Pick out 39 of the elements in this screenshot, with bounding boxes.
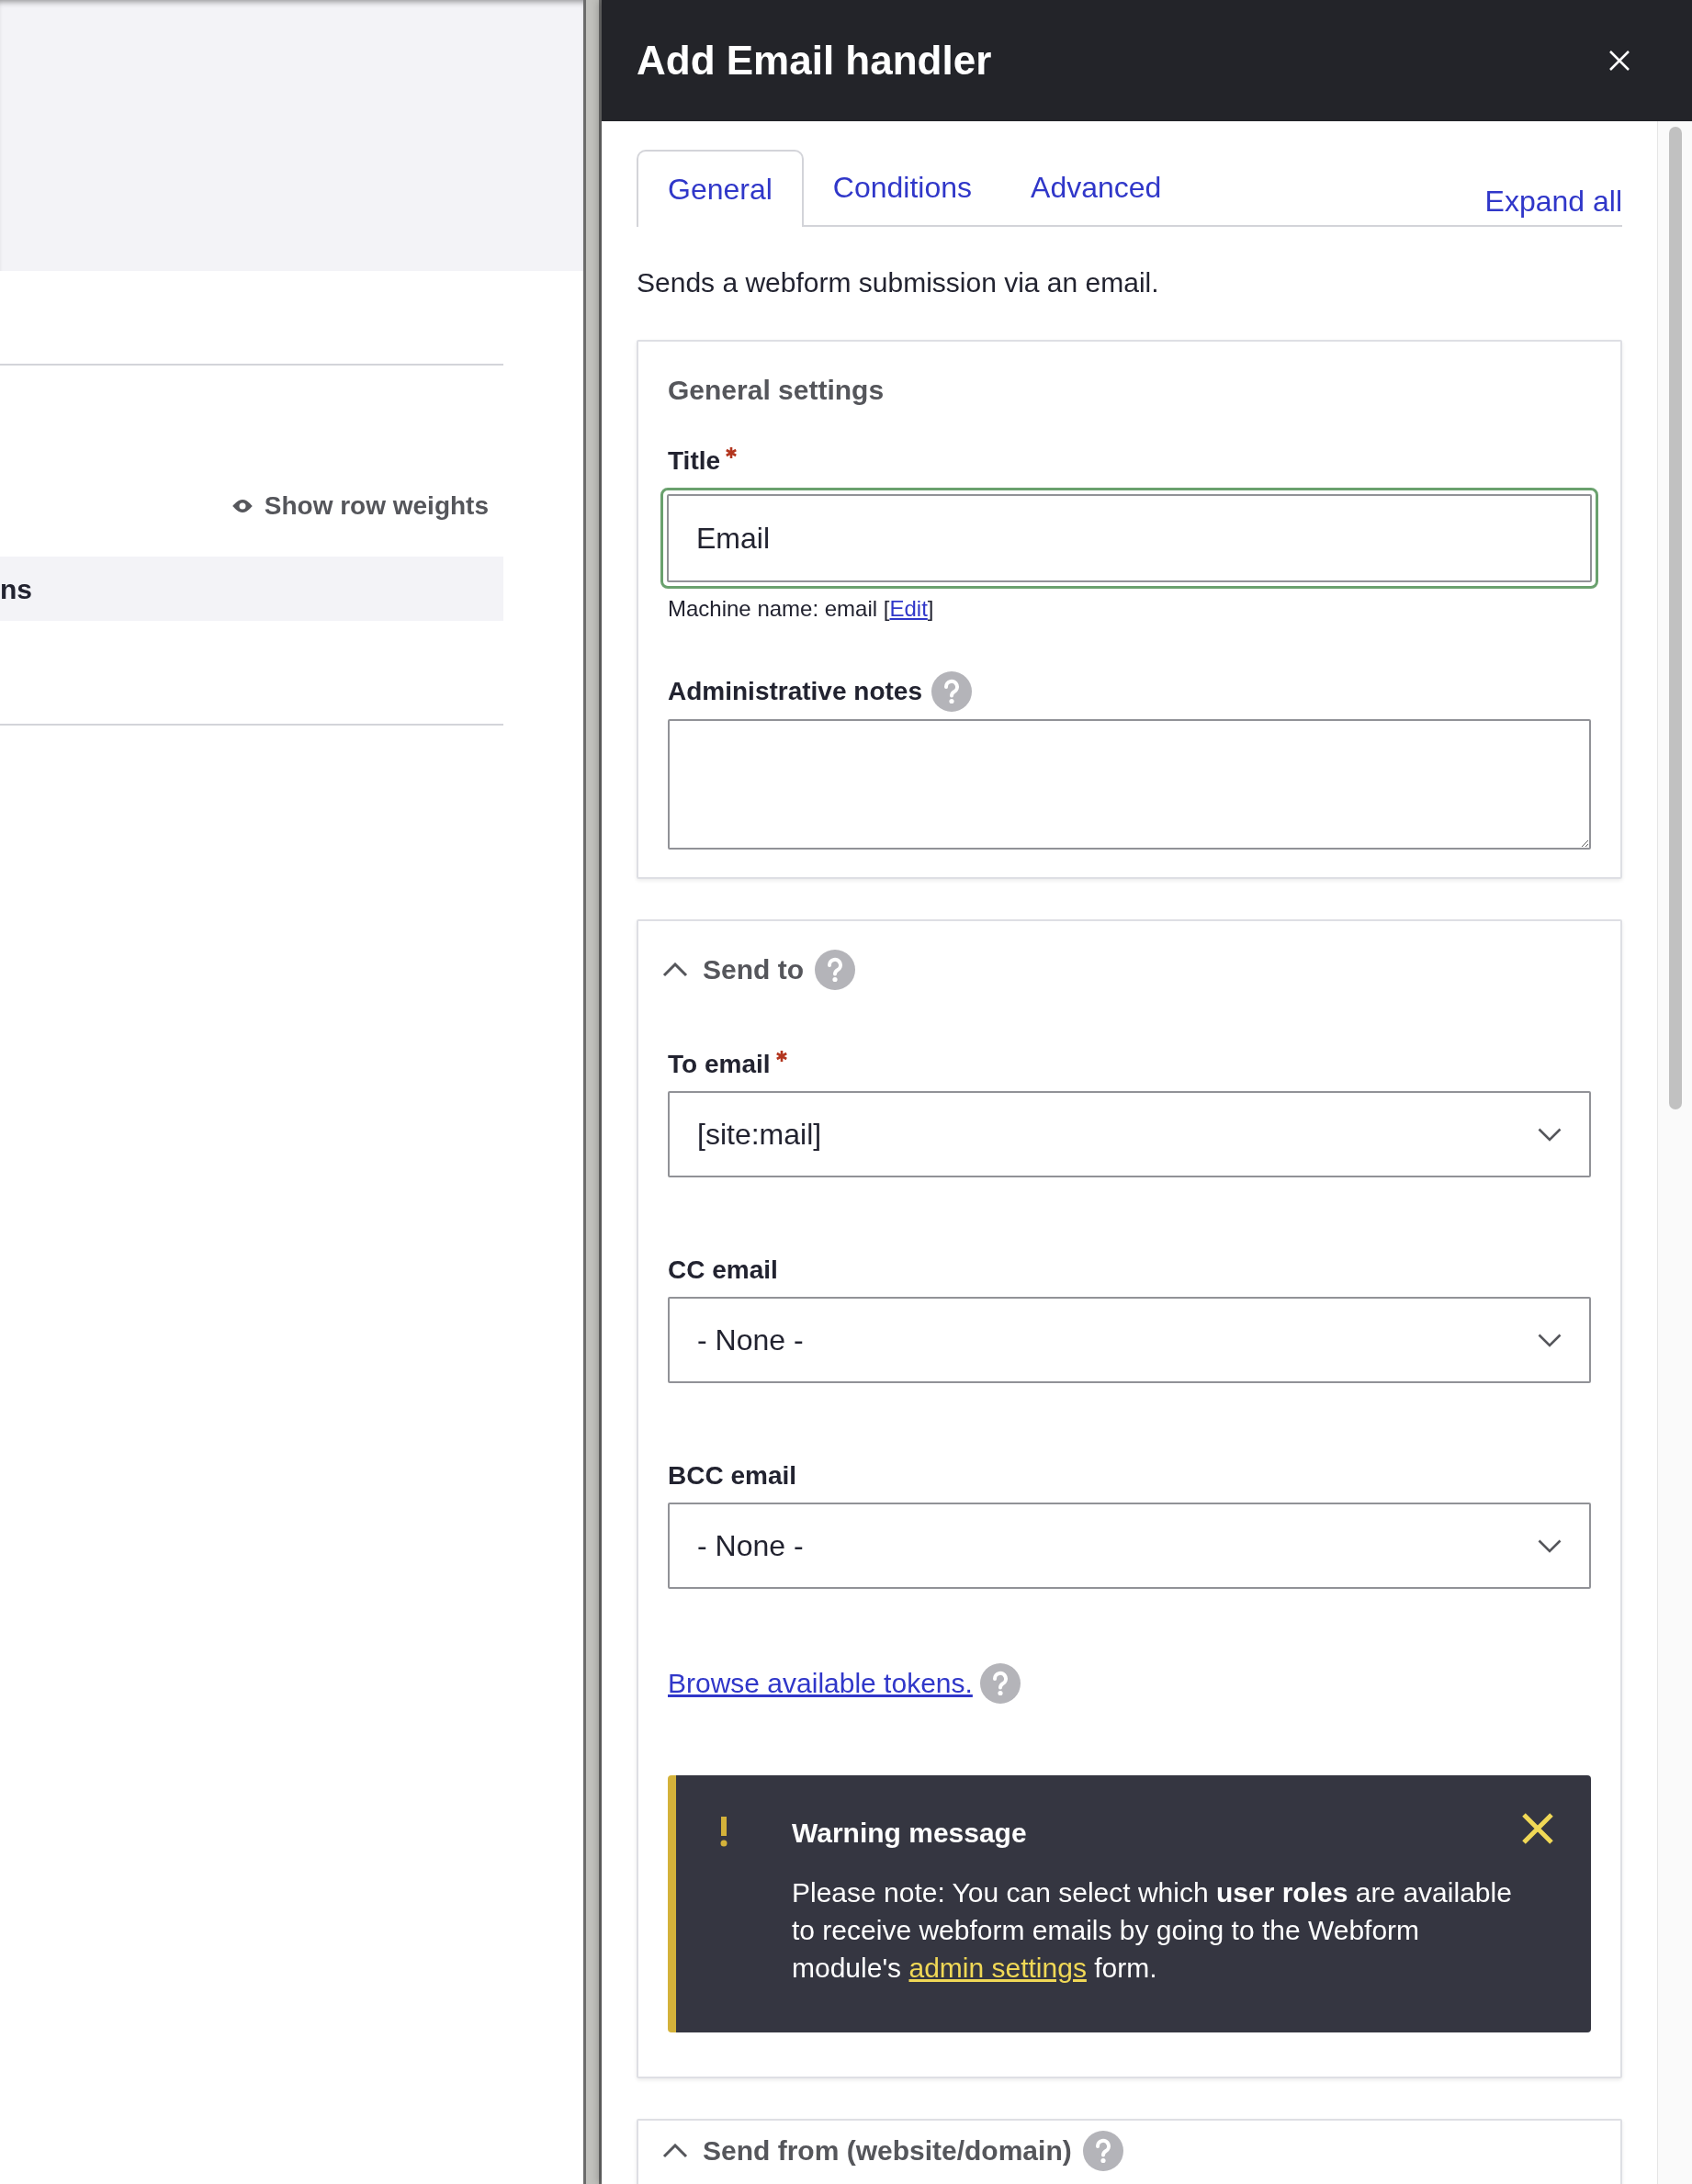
tab[interactable]: General [637,150,804,227]
exclamation-icon [720,1816,728,1847]
field-label: CC email [668,1255,778,1286]
machine-name: Machine name: email [Edit] [668,595,935,623]
textarea-field[interactable] [668,719,1591,850]
help-icon[interactable] [815,949,855,990]
section-toggle[interactable]: Send from (website/domain) [662,2130,1123,2171]
warning-title: Warning message [792,1817,1028,1850]
select-field[interactable]: - None - [668,1297,1591,1383]
browse-tokens-link[interactable]: Browse available tokens. [668,1662,973,1704]
chevron-down-icon [1538,1333,1562,1347]
help-icon[interactable] [979,1662,1021,1704]
section-toggle[interactable]: Send to [662,949,855,990]
dialog-title: Add Email handler [637,37,992,84]
column-heading: ns [0,572,32,606]
select-field[interactable]: [site:mail] [668,1091,1591,1177]
show-row-weights-link[interactable]: Show row weights [231,487,489,525]
description: Sends a webform submission via an email. [637,266,1160,299]
chevron-down-icon [1538,1538,1562,1553]
expand-all-link[interactable]: Expand all [1484,179,1622,225]
text-input[interactable]: Email [667,494,1592,582]
field-label: BCC email [668,1460,797,1492]
help-icon[interactable] [931,671,972,712]
help-icon[interactable] [1082,2130,1123,2171]
tab[interactable]: Advanced [1001,150,1191,225]
field-label: To email [668,1049,771,1080]
edit-link[interactable]: Edit [889,596,928,621]
close-icon [1608,50,1630,72]
section-heading: General settings [668,374,885,407]
tab[interactable]: Conditions [803,150,1002,225]
warning-text: Please note: You can select which user roles are available to receive webform emails by going to the Webform module's admin settings form. [792,1876,1513,1985]
field-label: Administrative notes [668,676,922,707]
admin-settings-link[interactable]: admin settings [908,1953,1087,1983]
chevron-down-icon [1538,1127,1562,1142]
field-label: Title [668,445,721,477]
eye-icon [231,499,254,513]
close-icon[interactable] [1521,1812,1554,1845]
scrollbar[interactable] [1657,121,1692,2184]
select-field[interactable]: - None - [668,1503,1591,1589]
